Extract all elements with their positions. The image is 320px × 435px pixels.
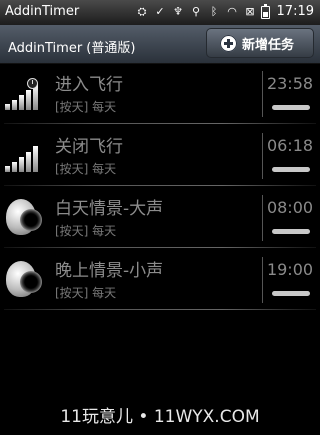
signal-icon	[5, 84, 45, 110]
divider	[262, 257, 263, 303]
speaker-icon	[6, 261, 44, 299]
app-title: AddinTimer (普通版)	[8, 41, 136, 56]
task-time: 19:00	[266, 260, 314, 279]
task-name: 晚上情景-小声	[55, 261, 164, 281]
signal-off-icon: ⊠	[245, 5, 255, 18]
app-bar: AddinTimer (普通版) 新增任务	[0, 25, 320, 64]
new-task-button[interactable]: 新增任务	[206, 28, 314, 58]
task-repeat: [按天] 每天	[55, 162, 117, 176]
speaker-icon	[6, 199, 44, 237]
task-time: 06:18	[266, 136, 314, 155]
task-time: 08:00	[266, 198, 314, 217]
status-icons: ⛭ ✓ ♆ ⚲ ᛒ ◠ ⊠	[135, 3, 270, 19]
status-time: 17:19	[276, 4, 314, 19]
bluetooth-icon: ᛒ	[210, 5, 218, 18]
battery-icon	[261, 3, 270, 19]
status-bar: AddinTimer ⛭ ✓ ♆ ⚲ ᛒ ◠ ⊠ 17:19	[0, 0, 320, 25]
task-row[interactable]: 晚上情景-小声 [按天] 每天 19:00	[0, 249, 320, 310]
wifi-icon: ◠	[227, 5, 237, 18]
divider	[262, 195, 263, 241]
task-repeat: [按天] 每天	[55, 286, 117, 300]
plus-icon	[220, 34, 237, 52]
row-separator	[4, 185, 316, 186]
row-separator	[4, 247, 316, 248]
divider	[262, 133, 263, 179]
task-time: 23:58	[266, 74, 314, 93]
divider	[262, 71, 263, 117]
signal-icon	[5, 146, 45, 172]
task-toggle[interactable]	[272, 291, 310, 296]
row-separator	[4, 309, 316, 310]
task-name: 白天情景-大声	[55, 199, 164, 219]
task-repeat: [按天] 每天	[55, 100, 117, 114]
usb-icon: ⛭	[137, 5, 147, 18]
clock-icon	[27, 78, 38, 89]
new-task-label: 新增任务	[242, 37, 295, 53]
task-row[interactable]: 白天情景-大声 [按天] 每天 08:00	[0, 187, 320, 248]
task-toggle[interactable]	[272, 229, 310, 234]
task-row[interactable]: 关闭飞行 [按天] 每天 06:18	[0, 125, 320, 186]
task-toggle[interactable]	[272, 105, 310, 110]
task-name: 进入飞行	[55, 75, 123, 95]
watermark: 11玩意儿 • 11WYX.COM	[60, 407, 260, 427]
mic-icon: ♆	[173, 5, 183, 18]
task-name: 关闭飞行	[55, 137, 123, 157]
check-icon: ✓	[155, 5, 165, 18]
task-row[interactable]: 进入飞行 [按天] 每天 23:58	[0, 63, 320, 124]
status-app-name: AddinTimer	[5, 4, 80, 19]
task-repeat: [按天] 每天	[55, 224, 117, 238]
task-toggle[interactable]	[272, 167, 310, 172]
usb-connection-icon: ⚲	[191, 5, 201, 18]
row-separator	[4, 123, 316, 124]
